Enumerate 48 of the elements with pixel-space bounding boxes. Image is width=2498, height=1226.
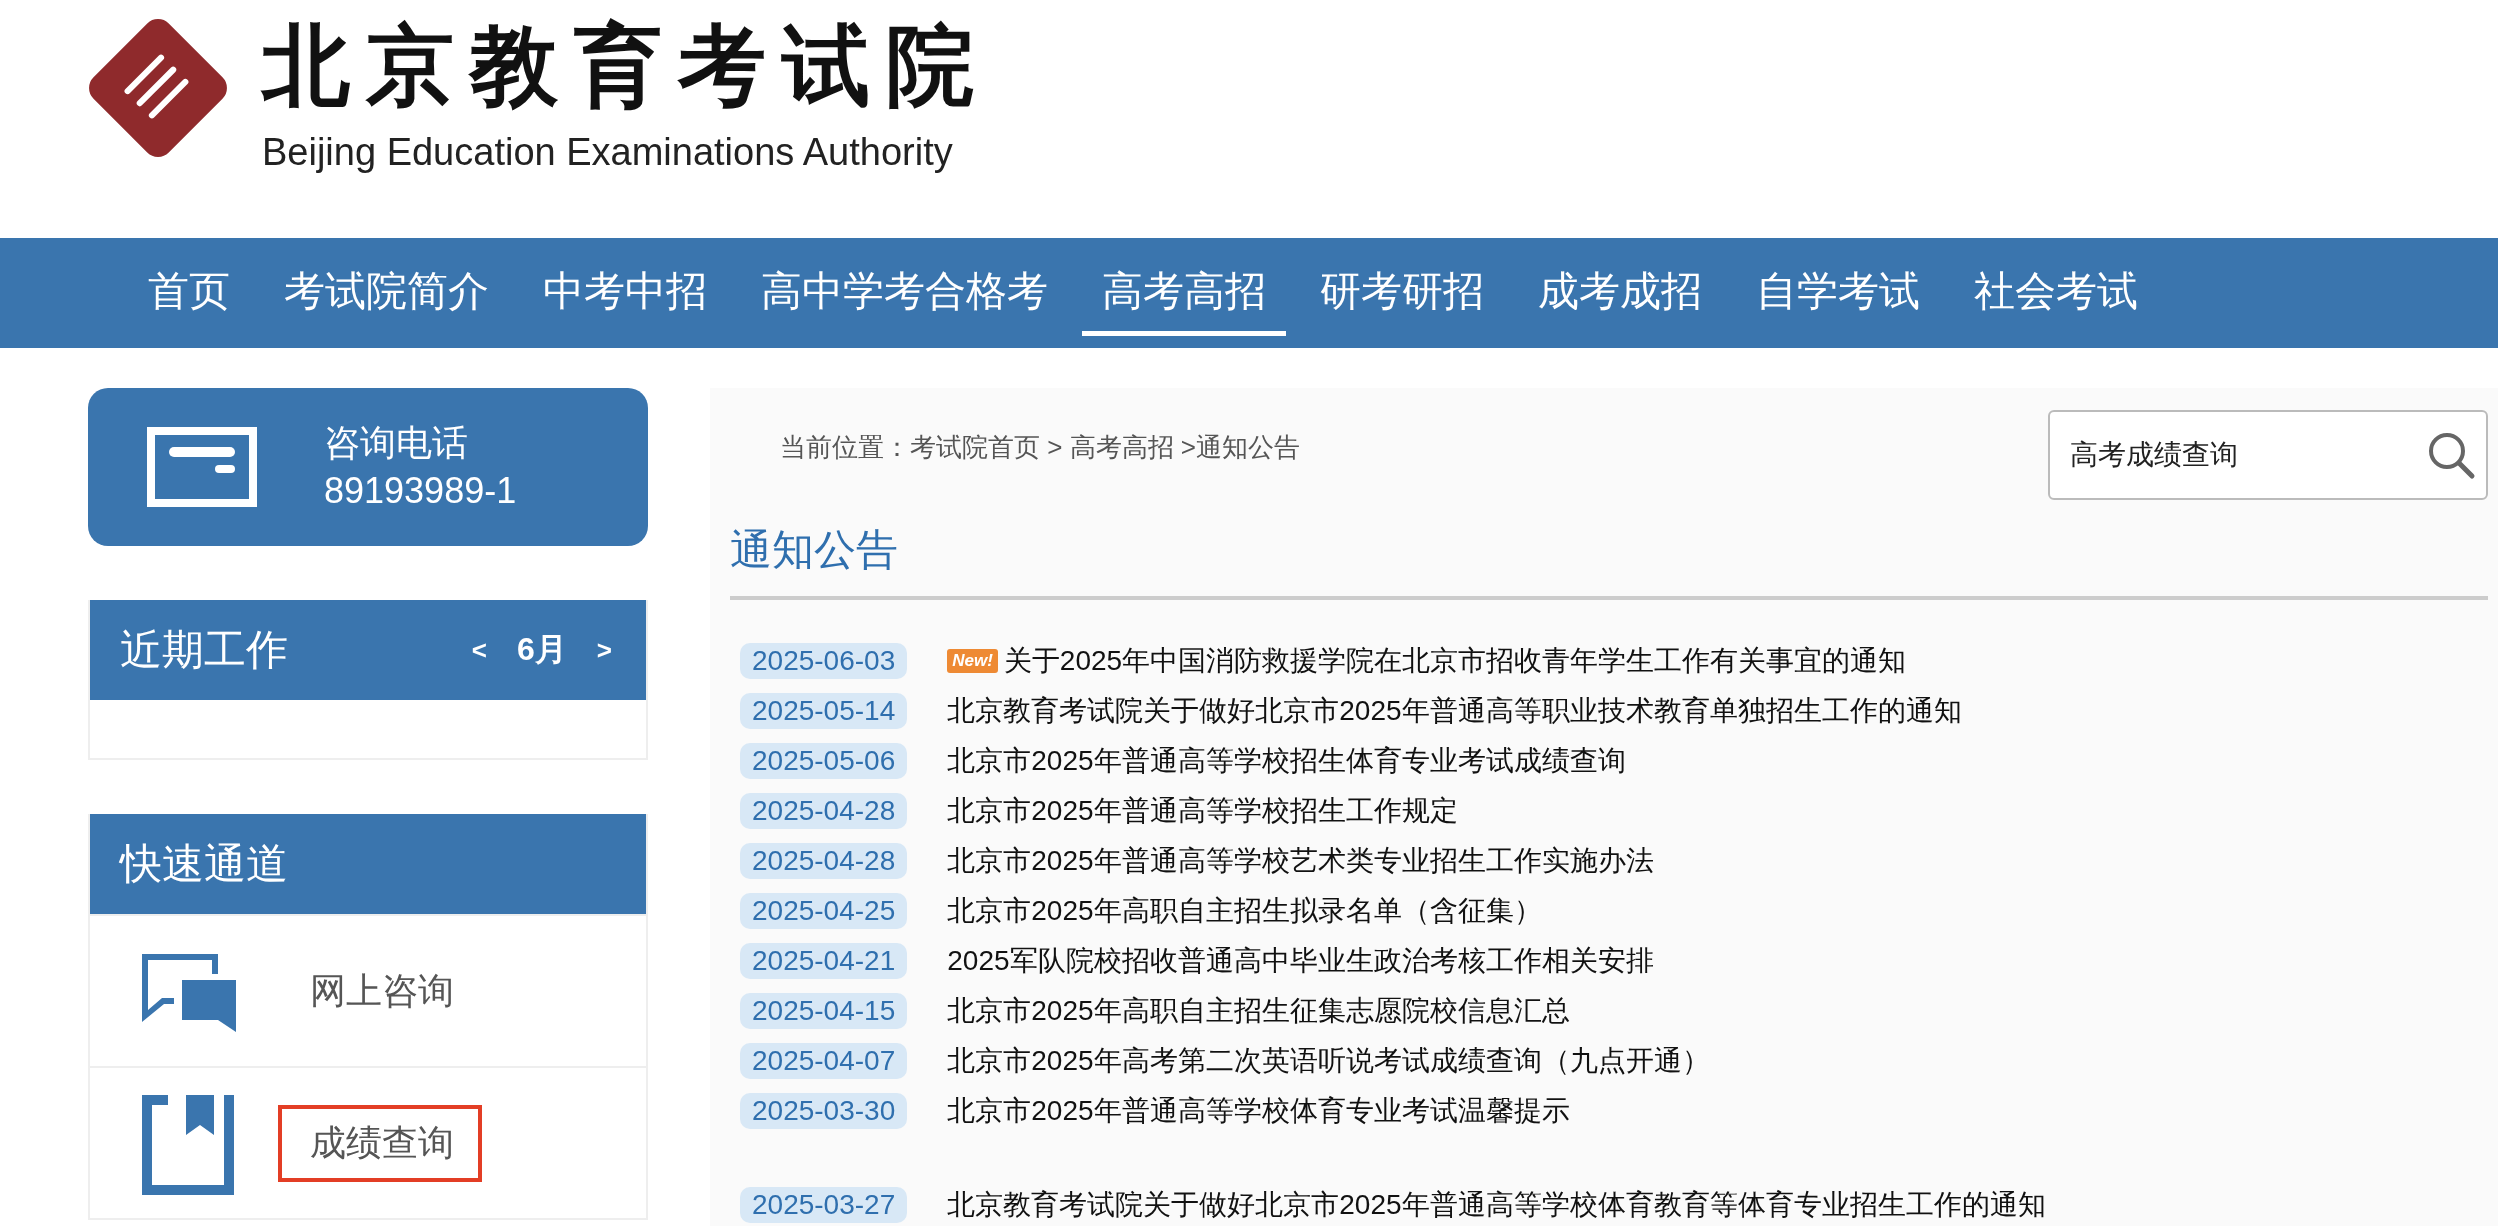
date-tag: 2025-05-06 <box>740 743 908 779</box>
panel-title: 近期工作 <box>120 625 288 675</box>
next-month-button[interactable]: > <box>592 634 616 666</box>
panel-title: 快速通道 <box>120 839 288 889</box>
nav-tab[interactable]: 自学考试 <box>1736 250 1940 336</box>
new-badge: New! <box>947 649 998 673</box>
notice-link[interactable]: 北京市2025年普通高等学校招生工作规定 <box>947 792 1458 830</box>
date-tag: 2025-03-30 <box>740 1093 908 1129</box>
notice-link[interactable]: 北京市2025年普通高等学校艺术类专业招生工作实施办法 <box>947 842 1654 880</box>
date-tag: 2025-04-15 <box>740 993 908 1029</box>
nav-tab[interactable]: 成考成招 <box>1518 250 1722 336</box>
breadcrumb: 当前位置：考试院首页 > 高考高招 >通知公告 <box>780 431 1301 464</box>
search-icon[interactable] <box>2426 430 2476 480</box>
notice-link[interactable]: 北京市2025年高职自主招生征集志愿院校信息汇总 <box>947 992 1570 1030</box>
nav-tab[interactable]: 中考中招 <box>523 250 727 336</box>
notice-link[interactable]: 北京市2025年普通高等学校体育专业考试温馨提示 <box>947 1092 1570 1130</box>
section-title: 通知公告 <box>730 525 899 575</box>
nav-tab[interactable]: 研考研招 <box>1300 250 1504 336</box>
nav-tab[interactable]: 高考高招 <box>1082 250 1286 336</box>
quick-link[interactable]: 成绩查询 <box>278 1104 482 1182</box>
date-tag: 2025-06-03 <box>740 643 908 679</box>
notice-link[interactable]: 北京教育考试院关于做好北京市2025年普通高等职业技术教育单独招生工作的通知 <box>947 692 1962 730</box>
date-tag: 2025-03-27 <box>740 1187 908 1223</box>
search-field[interactable]: 高考成绩查询 <box>2048 410 2488 500</box>
notice-link[interactable]: 北京市2025年高考第二次英语听说考试成绩查询（九点开通） <box>947 1042 1710 1080</box>
notice-link[interactable]: 2025军队院校招收普通高中毕业生政治考核工作相关安排 <box>947 942 1654 980</box>
nav-tab[interactable]: 考试院简介 <box>264 250 509 336</box>
notice-link[interactable]: 关于2025年中国消防救援学院在北京市招收青年学生工作有关事宜的通知 <box>1003 642 1907 680</box>
quick-link[interactable]: 网上咨询 <box>278 952 482 1030</box>
previous-month-button[interactable]: < <box>467 634 491 666</box>
card-icon <box>146 427 258 507</box>
date-tag: 2025-04-28 <box>740 793 908 829</box>
hotline-number: 89193989-1 <box>324 469 517 513</box>
nav-tab[interactable]: 高中学考合格考 <box>741 250 1068 336</box>
date-tag: 2025-04-21 <box>740 943 908 979</box>
hotline-label: 咨询电话 <box>324 421 469 465</box>
notice-link[interactable]: 北京市2025年高职自主招生拟录名单（含征集） <box>947 892 1542 930</box>
date-tag: 2025-04-28 <box>740 843 908 879</box>
date-tag: 2025-05-14 <box>740 693 908 729</box>
notice-link[interactable]: 北京教育考试院关于做好北京市2025年普通高等学校体育教育等体育专业招生工作的通知 <box>947 1186 2046 1224</box>
site-title: 北京教育考试院 <box>262 17 990 117</box>
date-tag: 2025-04-07 <box>740 1043 908 1079</box>
nav-tab[interactable]: 社会考试 <box>1954 250 2158 336</box>
date-tag: 2025-04-25 <box>740 893 908 929</box>
nav-tab[interactable]: 首页 <box>128 250 250 336</box>
month-label: 6月 <box>517 630 567 669</box>
notice-link[interactable]: 北京市2025年普通高等学校招生体育专业考试成绩查询 <box>947 742 1626 780</box>
site-subtitle: Beijing Education Examinations Authority <box>262 130 954 174</box>
